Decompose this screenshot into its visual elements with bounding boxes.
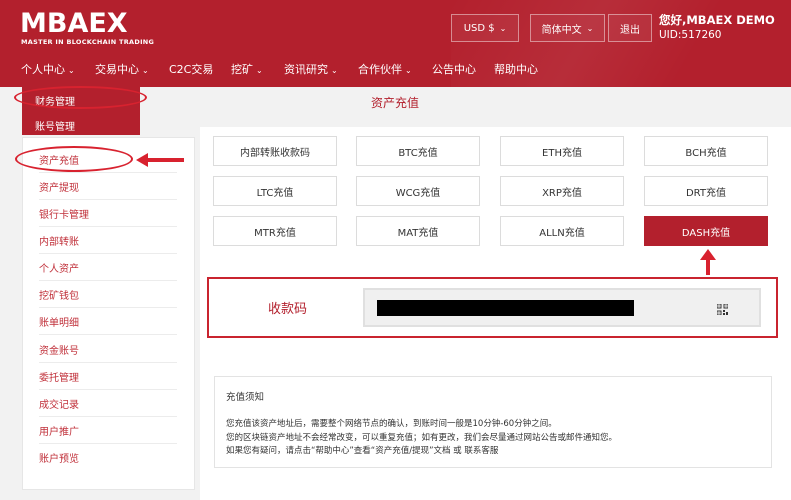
user-greeting: 您好,MBAEX DEMO <box>659 13 775 27</box>
notice-line: 如果您有疑问，请点击“帮助中心”查看“资产充值/提现”文档 或 联系客服 <box>226 446 499 456</box>
logout-button[interactable]: 退出 <box>608 14 652 42</box>
chevron-down-icon: ⌄ <box>68 66 75 75</box>
notice-line: 您的区块链资产地址不会经常改变，可以重复充值；如有更改，我们会尽量通过网站公告或… <box>226 433 618 443</box>
chevron-down-icon: ⌄ <box>499 23 507 33</box>
language-label: 简体中文 <box>541 24 582 36</box>
nav-label: 挖矿 <box>231 63 253 76</box>
sidebar-item-orders[interactable]: 委托管理 <box>39 363 177 390</box>
coin-button-dash[interactable]: DASH充值 <box>644 216 768 246</box>
notice-line: 您充值该资产地址后，需要整个网络节点的确认，到账时间一般是10分钟-60分钟之间… <box>226 419 557 429</box>
redacted-address <box>377 300 634 316</box>
chevron-down-icon: ⌄ <box>142 66 149 75</box>
sidebar-item-label: 内部转账 <box>39 236 79 248</box>
sidebar-item-withdraw[interactable]: 资产提现 <box>39 173 177 200</box>
annotation-arrow-up-icon <box>700 249 716 275</box>
nav-label: 交易中心 <box>95 63 139 76</box>
currency-label: USD $ <box>463 22 495 34</box>
nav-mining[interactable]: 挖矿 ⌄ <box>231 61 263 77</box>
sidebar-item-label: 资产提现 <box>39 182 79 194</box>
sidebar-item-bill-details[interactable]: 账单明细 <box>39 308 177 335</box>
address-label: 收款码 <box>268 302 308 317</box>
notice-title: 充值须知 <box>226 392 265 403</box>
sidebar-item-label: 银行卡管理 <box>39 209 89 221</box>
chevron-down-icon: ⌄ <box>586 23 594 33</box>
coin-button-ltc[interactable]: LTC充值 <box>213 176 337 206</box>
annotation-ellipse-finance <box>14 86 147 109</box>
logo[interactable]: MBAEX <box>20 8 128 39</box>
nav-label: C2C交易 <box>169 63 214 76</box>
nav-label: 资讯研究 <box>284 63 328 76</box>
nav-label: 帮助中心 <box>494 63 538 76</box>
coin-button-alln[interactable]: ALLN充值 <box>500 216 624 246</box>
qr-code-icon[interactable] <box>717 304 728 315</box>
sidebar-item-internal-transfer[interactable]: 内部转账 <box>39 227 177 254</box>
nav-trade-center[interactable]: 交易中心 ⌄ <box>95 61 149 77</box>
chevron-down-icon: ⌄ <box>256 66 263 75</box>
sidebar-item-label: 成交记录 <box>39 399 79 411</box>
nav-partners[interactable]: 合作伙伴 ⌄ <box>358 61 412 77</box>
sidebar-item-label: 账单明细 <box>39 317 79 329</box>
title-bar <box>140 87 791 115</box>
sidebar-item-fund-account[interactable]: 资金账号 <box>39 336 177 363</box>
annotation-arrow-left-icon <box>136 153 184 167</box>
coin-button-mat[interactable]: MAT充值 <box>356 216 480 246</box>
sidebar-item-label: 用户推广 <box>39 426 79 438</box>
chevron-down-icon: ⌄ <box>405 66 412 75</box>
sidebar-item-label: 个人资产 <box>39 263 79 275</box>
coin-button-eth[interactable]: ETH充值 <box>500 136 624 166</box>
nav-label: 合作伙伴 <box>358 63 402 76</box>
nav-research[interactable]: 资讯研究 ⌄ <box>284 61 338 77</box>
sidebar-item-assets[interactable]: 个人资产 <box>39 254 177 281</box>
coin-button-xrp[interactable]: XRP充值 <box>500 176 624 206</box>
nav-c2c[interactable]: C2C交易 <box>169 61 213 77</box>
sidebar-item-label: 委托管理 <box>39 372 79 384</box>
coin-button-internal[interactable]: 内部转账收款码 <box>213 136 337 166</box>
nav-label: 公告中心 <box>432 63 476 76</box>
sidebar-item-overview[interactable]: 账户预览 <box>39 444 177 471</box>
coin-button-bch[interactable]: BCH充值 <box>644 136 768 166</box>
annotation-ellipse-deposit <box>15 146 133 172</box>
sidebar-item-trades[interactable]: 成交记录 <box>39 390 177 417</box>
page-title: 资产充值 <box>371 96 420 110</box>
coin-button-wcg[interactable]: WCG充值 <box>356 176 480 206</box>
sidebar-item-label: 挖矿钱包 <box>39 290 79 302</box>
sidebar-item-label: 账户预览 <box>39 454 79 465</box>
coin-button-mtr[interactable]: MTR充值 <box>213 216 337 246</box>
nav-announcements[interactable]: 公告中心 <box>432 61 476 77</box>
coin-button-drt[interactable]: DRT充值 <box>644 176 768 206</box>
dropdown-item-account[interactable]: 账号管理 <box>35 118 75 133</box>
language-select[interactable]: 简体中文 ⌄ <box>530 14 605 42</box>
sidebar-item-label: 资金账号 <box>39 345 79 357</box>
sidebar-item-mining-wallet[interactable]: 挖矿钱包 <box>39 281 177 308</box>
currency-select[interactable]: USD $ ⌄ <box>451 14 519 42</box>
nav-help[interactable]: 帮助中心 <box>494 61 538 77</box>
sidebar-item-referral[interactable]: 用户推广 <box>39 417 177 444</box>
nav-label: 个人中心 <box>21 63 65 76</box>
chevron-down-icon: ⌄ <box>331 66 338 75</box>
sidebar-item-bank-cards[interactable]: 银行卡管理 <box>39 200 177 227</box>
user-uid: UID:517260 <box>659 29 722 41</box>
coin-button-btc[interactable]: BTC充值 <box>356 136 480 166</box>
nav-personal-center[interactable]: 个人中心 ⌄ <box>21 61 75 77</box>
logo-tagline: MASTER IN BLOCKCHAIN TRADING <box>21 38 155 46</box>
